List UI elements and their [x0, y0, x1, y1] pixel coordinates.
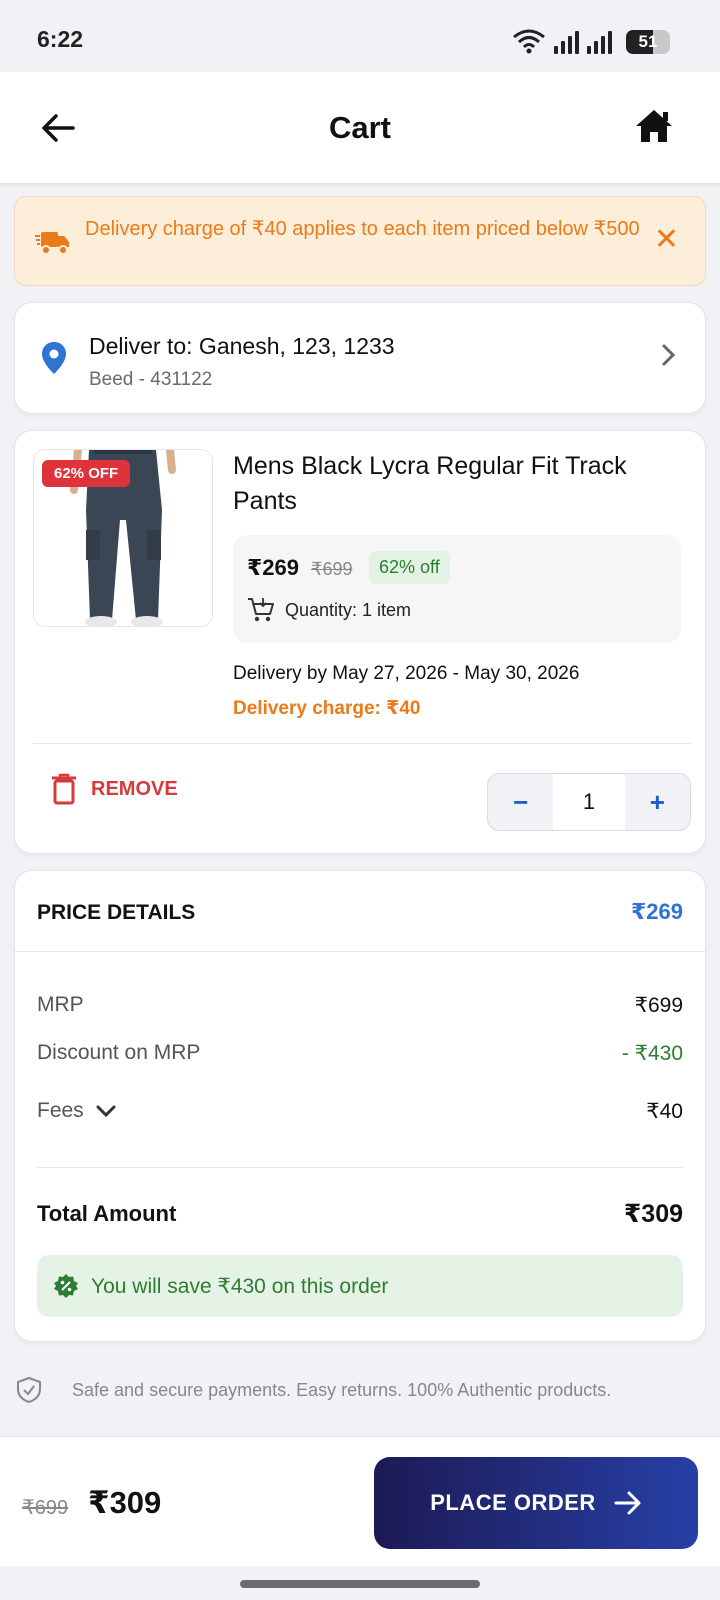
- secure-note-text: Safe and secure payments. Easy returns. …: [72, 1379, 612, 1400]
- fees-toggle[interactable]: Fees: [37, 1099, 116, 1123]
- home-icon: [636, 110, 672, 142]
- place-order-button[interactable]: PLACE ORDER: [374, 1457, 698, 1549]
- status-bar: 6:22 51: [0, 0, 720, 72]
- price-details-card: PRICE DETAILS ₹269 MRP ₹699 Discount on …: [14, 870, 706, 1342]
- divider: [15, 951, 705, 952]
- fees-value: ₹40: [646, 1100, 683, 1123]
- trash-icon: [52, 773, 76, 805]
- location-pin-icon: [42, 342, 66, 374]
- truck-icon: [35, 232, 69, 255]
- product-mrp: ₹699: [311, 559, 353, 579]
- status-time: 6:22: [37, 26, 84, 52]
- wifi-icon: [513, 29, 545, 54]
- product-image[interactable]: 62% OFF: [33, 449, 213, 627]
- cart-icon: [248, 598, 274, 622]
- savings-text: You will save ₹430 on this order: [91, 1274, 389, 1298]
- signal-icon: [554, 30, 579, 54]
- bottom-mrp: ₹699: [22, 1497, 69, 1519]
- divider: [33, 743, 691, 744]
- delivery-notice-text: Delivery charge of ₹40 applies to each i…: [85, 218, 640, 240]
- quantity-value: 1: [553, 774, 625, 830]
- discount-label: Discount on MRP: [37, 1041, 201, 1064]
- fees-label: Fees: [37, 1099, 84, 1122]
- mrp-value: ₹699: [634, 994, 683, 1017]
- close-icon[interactable]: ✕: [654, 225, 679, 255]
- product-name[interactable]: Mens Black Lycra Regular Fit Track Pants: [233, 449, 683, 519]
- mrp-label: MRP: [37, 993, 84, 1016]
- place-order-label: PLACE ORDER: [430, 1490, 596, 1515]
- delivery-notice-banner: Delivery charge of ₹40 applies to each i…: [14, 196, 706, 286]
- secure-payments-note: Safe and secure payments. Easy returns. …: [16, 1376, 611, 1404]
- badge-percent-icon: [54, 1274, 78, 1298]
- remove-label: REMOVE: [91, 777, 178, 800]
- increment-button[interactable]: +: [625, 774, 690, 830]
- price-details-title: PRICE DETAILS: [37, 901, 196, 924]
- cart-item-card: 62% OFF Mens Black Lycra Regular Fit Tra…: [14, 430, 706, 854]
- chevron-down-icon: [96, 1105, 116, 1118]
- total-amount-label: Total Amount: [37, 1201, 177, 1226]
- delivery-charge: Delivery charge: ₹40: [233, 698, 421, 719]
- quantity-stepper: − 1 +: [487, 773, 691, 831]
- address-card[interactable]: Deliver to: Ganesh, 123, 1233 Beed - 431…: [14, 302, 706, 414]
- battery-level: 51: [638, 32, 658, 51]
- bottom-total: ₹309: [88, 1485, 162, 1520]
- battery-icon: 51: [626, 30, 670, 54]
- price-box: ₹269 ₹699 62% off Quantity: 1 item: [233, 535, 681, 643]
- product-discount-tag: 62% off: [369, 551, 450, 584]
- checkout-bar: ₹699 ₹309 PLACE ORDER: [0, 1436, 720, 1566]
- discount-value: - ₹430: [621, 1042, 683, 1065]
- quantity-line: Quantity: 1 item: [247, 597, 411, 623]
- savings-banner: You will save ₹430 on this order: [37, 1255, 683, 1317]
- remove-button[interactable]: REMOVE: [51, 773, 178, 805]
- home-button[interactable]: [634, 108, 674, 148]
- decrement-button[interactable]: −: [488, 774, 553, 830]
- home-indicator[interactable]: [240, 1580, 480, 1588]
- deliver-to-label: Deliver to: Ganesh, 123, 1233: [89, 333, 395, 359]
- address-subtitle: Beed - 431122: [89, 369, 213, 390]
- quantity-text: Quantity: 1 item: [285, 599, 412, 620]
- divider: [37, 1167, 683, 1168]
- app-header: Cart: [0, 72, 720, 184]
- status-icons: 51: [512, 28, 670, 54]
- product-price: ₹269: [247, 555, 300, 580]
- arrow-right-icon: [614, 1491, 641, 1515]
- shield-icon: [17, 1376, 41, 1404]
- delivery-date: Delivery by May 27, 2026 - May 30, 2026: [233, 663, 580, 684]
- chevron-right-icon: [662, 344, 676, 366]
- discount-badge: 62% OFF: [42, 460, 131, 487]
- total-amount-value: ₹309: [623, 1200, 683, 1228]
- signal-icon: [587, 30, 612, 54]
- page-title: Cart: [328, 110, 391, 145]
- price-details-header-total: ₹269: [630, 899, 683, 924]
